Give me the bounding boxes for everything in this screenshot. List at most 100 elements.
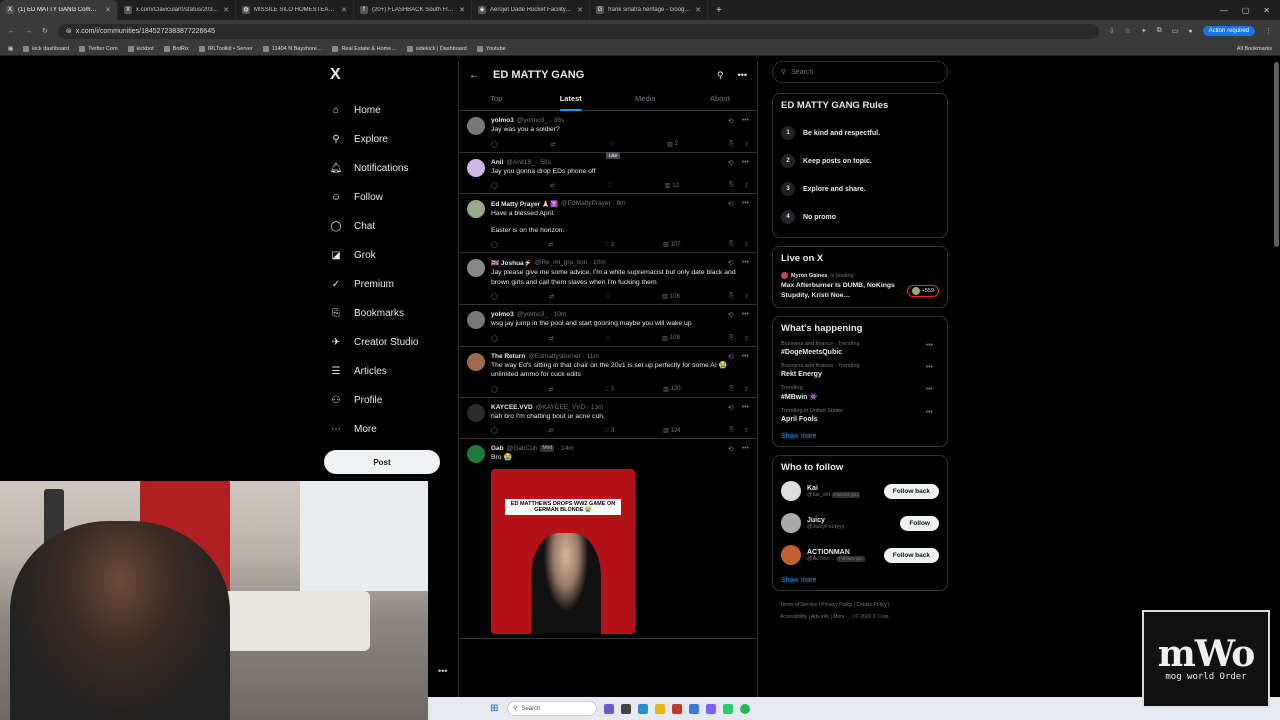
tweet[interactable]: Ed Matty Prayer 🙏🏻✝️ @EdMattyPrayer · 9m H…	[459, 194, 757, 253]
all-bookmarks[interactable]: All Bookmarks	[1237, 46, 1272, 52]
bookmark-icon[interactable]: ⎘	[729, 141, 734, 148]
forward-icon[interactable]: →	[25, 28, 32, 35]
browser-tab[interactable]: X (1) ED MATTY GANG Community ✕	[0, 0, 118, 20]
avatar[interactable]	[467, 352, 485, 371]
live-listeners-pill[interactable]: +559	[906, 285, 939, 297]
bookmark-item[interactable]: Real Estate & Home…	[332, 45, 397, 52]
nav-item-premium[interactable]: ✓ Premium	[322, 270, 452, 299]
tweet-handle[interactable]: @Anil18_ · 58s	[506, 159, 551, 166]
views-button[interactable]: ▥ 124	[663, 427, 681, 435]
bookmark-item[interactable]: sidekick | Dashboard	[406, 45, 467, 52]
grok-icon[interactable]: ⟲	[728, 117, 734, 125]
bookmark-item[interactable]: 11404 N Bayshore…	[262, 45, 322, 52]
tweet[interactable]: 🇬🇧 Joshua⚡ @Re_ml_gra_tion · 10m Jay pleas…	[459, 253, 757, 305]
tweet-more-icon[interactable]: •••	[742, 159, 749, 167]
trend-more-icon[interactable]: •••	[926, 386, 933, 393]
reply-button[interactable]: ◯	[491, 141, 500, 148]
close-window-icon[interactable]: ✕	[1263, 6, 1270, 15]
post-button[interactable]: Post	[324, 450, 440, 474]
like-button[interactable]: ♡	[605, 293, 612, 300]
follow-suggestion[interactable]: ACTIONMAN @Ac7ion… Follows you Follow back	[781, 539, 939, 571]
nav-item-profile[interactable]: ⚇ Profile	[322, 386, 452, 415]
trend-item[interactable]: Business and finance · Trending Rekt Ener…	[781, 360, 939, 382]
nav-item-bookmarks[interactable]: ⎘ Bookmarks	[322, 299, 452, 328]
retweet-button[interactable]: ⇄	[550, 182, 557, 189]
tweet-author[interactable]: yolmo3	[491, 311, 514, 318]
retweet-button[interactable]: ⇄	[549, 335, 556, 342]
trend-item[interactable]: Business and finance · Trending #DogeMeet…	[781, 338, 939, 360]
share-icon[interactable]: ⇪	[744, 241, 749, 248]
views-button[interactable]: ▥ 12	[665, 182, 679, 190]
profile-icon[interactable]: ●	[1188, 28, 1192, 35]
like-button[interactable]: ♡	[607, 182, 614, 189]
footer-line-1[interactable]: Terms of Service | Privacy Policy | Cook…	[780, 599, 948, 611]
reply-button[interactable]: ◯	[491, 182, 500, 189]
tab-top[interactable]: Top	[459, 89, 534, 110]
browser-tab[interactable]: Xx.com/Clavicular0/status/2039… ✕	[118, 0, 236, 20]
tab-latest[interactable]: Latest	[534, 89, 609, 110]
tab-close-icon[interactable]: ✕	[577, 6, 583, 14]
share-icon[interactable]: ⇪	[744, 293, 749, 300]
browser-tab[interactable]: f (20+) FLASHBACK South Florid… ✕	[354, 0, 472, 20]
tab-media[interactable]: Media	[608, 89, 683, 110]
follow-button[interactable]: Follow back	[883, 483, 939, 499]
action-required-button[interactable]: Action required	[1202, 26, 1255, 36]
bookmark-item[interactable]: Youtube	[476, 45, 506, 52]
follow-suggestion[interactable]: Juicy @JuicyFruityyy Follow	[781, 507, 939, 539]
tweet-more-icon[interactable]: •••	[742, 200, 749, 208]
tweet-handle[interactable]: @yolmo3_ · 10m	[517, 311, 567, 318]
search-input[interactable]: ⚲ Search	[772, 61, 948, 83]
bookmark-icon[interactable]: ⎘	[729, 241, 734, 248]
footer-line-2[interactable]: Accessibility | Ads info | More … | © 20…	[780, 611, 948, 623]
tab-close-icon[interactable]: ✕	[459, 6, 465, 14]
share-icon[interactable]: ⇪	[744, 427, 749, 434]
nav-item-grok[interactable]: ◪ Grok	[322, 241, 452, 270]
bookmark-item[interactable]: kick dashboard	[23, 45, 69, 52]
nav-item-explore[interactable]: ⚲ Explore	[322, 125, 452, 154]
nav-item-more[interactable]: ⋯ More	[322, 415, 452, 444]
discord-icon[interactable]	[706, 703, 716, 714]
bookmark-item[interactable]: Twitter Com	[79, 45, 118, 52]
reply-button[interactable]: ◯	[491, 427, 500, 434]
avatar[interactable]	[467, 445, 485, 463]
reply-button[interactable]: ◯	[491, 241, 500, 248]
tweet-media[interactable]: ED MATTHEWS DROPS WW2 GAME ON GERMAN BLO…	[491, 468, 635, 634]
trend-more-icon[interactable]: •••	[926, 409, 933, 416]
follow-name[interactable]: Juicy	[807, 517, 894, 524]
tweet-handle[interactable]: @EdMattyPrayer · 9m	[561, 200, 625, 208]
tweet-handle[interactable]: @yolmo3_ · 36s	[517, 117, 564, 124]
tweet-handle[interactable]: @KAYCEE_VVD · 13m	[536, 404, 604, 411]
star-icon[interactable]: ☆	[1125, 27, 1131, 35]
url-field[interactable]: ⊜ x.com/i/communities/184527238387722664…	[57, 23, 1099, 39]
like-button[interactable]: ♡	[605, 335, 612, 342]
views-button[interactable]: ▥ 107	[663, 241, 681, 249]
avatar[interactable]	[467, 259, 485, 277]
follow-button[interactable]: Follow	[900, 515, 939, 531]
views-button[interactable]: ▥ 2	[667, 141, 678, 148]
follow-name[interactable]: Kai	[807, 485, 878, 492]
bookmark-item[interactable]: BotRix	[163, 45, 189, 52]
tweet-author[interactable]: Ed Matty Prayer 🙏🏻✝️	[491, 200, 558, 208]
tab-close-icon[interactable]: ✕	[223, 6, 229, 14]
live-space-title[interactable]: Max Afterburner Is DUMB, NoKings Stupdit…	[781, 281, 907, 301]
bookmark-icon[interactable]: ⎘	[729, 293, 734, 300]
trend-more-icon[interactable]: •••	[926, 364, 933, 371]
reload-icon[interactable]: ↻	[42, 27, 48, 35]
trend-item[interactable]: Trending #MBwin 👾 •••	[781, 382, 939, 405]
page-scrollbar[interactable]	[1274, 62, 1279, 247]
tweet-handle[interactable]: @Re_ml_gra_tion · 10m	[535, 259, 606, 267]
more-dots-icon[interactable]: •••	[438, 666, 447, 676]
search-icon[interactable]: ⚲	[717, 70, 724, 81]
views-button[interactable]: ▥ 120	[663, 386, 681, 393]
tweet-more-icon[interactable]: •••	[742, 353, 749, 361]
grok-icon[interactable]: ⟲	[728, 404, 734, 412]
sidepanel-icon[interactable]: ▭	[1172, 27, 1179, 35]
follow-name[interactable]: ACTIONMAN	[807, 549, 878, 556]
app-icon[interactable]	[689, 703, 699, 714]
taskbar-search[interactable]: ⚲ Search	[507, 701, 597, 716]
tab-close-icon[interactable]: ✕	[695, 6, 701, 14]
retweet-button[interactable]: ⇄	[551, 141, 558, 148]
minimize-icon[interactable]: —	[1220, 6, 1228, 15]
bookmark-icon[interactable]: ⎘	[729, 386, 734, 393]
windows-start-icon[interactable]: ⊞	[490, 703, 500, 714]
